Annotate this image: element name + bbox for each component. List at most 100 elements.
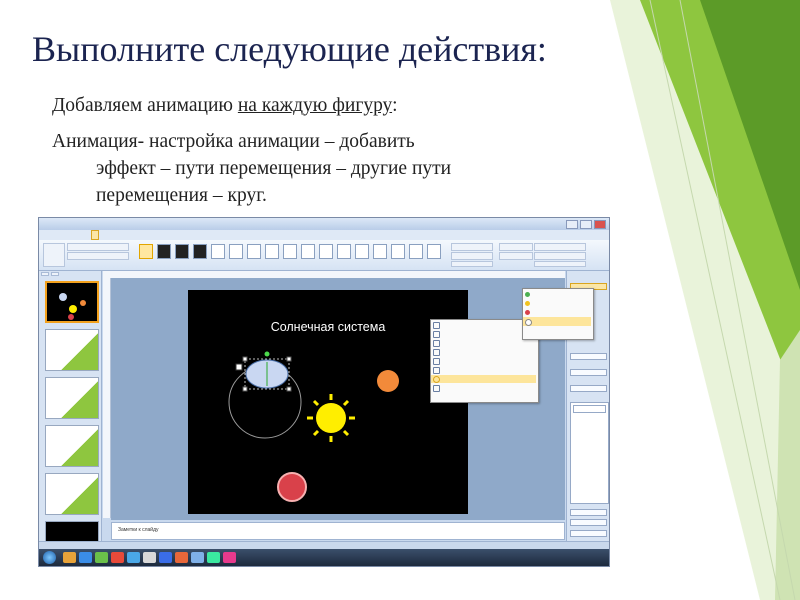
slide-thumbnail[interactable] <box>45 473 99 515</box>
planet-red[interactable] <box>277 472 307 502</box>
transition-thumb-icon[interactable] <box>229 244 243 259</box>
selection-handle[interactable] <box>242 386 248 392</box>
rotation-handle[interactable] <box>264 351 270 357</box>
taskbar-app-icon[interactable] <box>95 552 108 563</box>
transition-thumb-icon[interactable] <box>301 244 315 259</box>
transition-thumb-icon[interactable] <box>265 244 279 259</box>
planet-orange[interactable] <box>377 370 399 392</box>
transition-thumb-icon[interactable] <box>373 244 387 259</box>
ribbon-tab[interactable] <box>61 230 67 240</box>
advance-slide-option[interactable] <box>534 261 586 267</box>
ribbon-tab[interactable] <box>113 230 119 240</box>
advance-slide-option[interactable] <box>534 243 586 251</box>
motion-path-option[interactable] <box>431 366 536 374</box>
pane-field[interactable] <box>570 353 607 360</box>
advance-slide-option[interactable] <box>534 252 586 260</box>
transition-thumb-icon[interactable] <box>391 244 405 259</box>
path-icon <box>433 322 440 329</box>
motion-path-option-circle[interactable] <box>431 375 536 383</box>
instruction-step-line: Анимация- настройка анимации – добавить <box>52 131 415 152</box>
transition-thumb-icon[interactable] <box>157 244 171 259</box>
effect-category-exit[interactable] <box>523 308 591 317</box>
transition-thumb-icon[interactable] <box>193 244 207 259</box>
animation-list-item[interactable] <box>573 405 606 413</box>
transition-thumb-icon[interactable] <box>247 244 261 259</box>
path-icon <box>433 340 440 347</box>
minimize-icon[interactable] <box>566 220 578 229</box>
sun-icon[interactable] <box>307 394 355 442</box>
ribbon-tabs <box>39 230 609 240</box>
transition-thumb-icon[interactable] <box>211 244 225 259</box>
selection-handle[interactable] <box>242 356 248 362</box>
transition-thumb-icon[interactable] <box>409 244 423 259</box>
draw-custom-path-option[interactable] <box>431 384 536 392</box>
taskbar-app-icon[interactable] <box>143 552 156 563</box>
autopreview-checkbox[interactable] <box>570 530 607 537</box>
transition-option[interactable] <box>499 243 533 251</box>
tab-slides[interactable] <box>41 272 49 276</box>
taskbar-app-icon[interactable] <box>111 552 124 563</box>
tab-outline[interactable] <box>51 272 59 276</box>
maximize-icon[interactable] <box>580 220 592 229</box>
ribbon-tab[interactable] <box>103 230 109 240</box>
slide-thumbnail[interactable] <box>45 425 99 467</box>
more-motion-paths-option[interactable] <box>431 393 536 401</box>
transition-thumb-icon[interactable] <box>319 244 333 259</box>
motion-path-option[interactable] <box>431 339 536 347</box>
ribbon-tab[interactable] <box>81 230 87 240</box>
emphasis-icon <box>525 301 530 306</box>
slide-show-button[interactable] <box>570 519 607 526</box>
transition-speed-field[interactable] <box>451 252 493 260</box>
taskbar-app-icon[interactable] <box>159 552 172 563</box>
effect-category-entrance[interactable] <box>523 290 591 299</box>
instruction-underlined-text: на каждую фигуру <box>237 95 393 116</box>
notes-pane[interactable]: Заметки к слайду <box>111 522 565 540</box>
transition-thumb-icon[interactable] <box>355 244 369 259</box>
effect-category-motion-paths[interactable] <box>523 317 591 326</box>
ribbon-tab-animation[interactable] <box>91 230 99 240</box>
animation-list[interactable] <box>570 402 609 504</box>
slide-thumbnail-selected[interactable] <box>45 281 99 323</box>
transition-thumb-icon[interactable] <box>139 244 153 259</box>
path-icon <box>433 331 440 338</box>
ribbon-tab[interactable] <box>123 230 129 240</box>
taskbar-app-icon[interactable] <box>79 552 92 563</box>
apply-to-all-button[interactable] <box>451 261 493 267</box>
taskbar-app-icon[interactable] <box>63 552 76 563</box>
start-button-icon[interactable] <box>43 551 56 564</box>
slide-thumbnail[interactable] <box>45 329 99 371</box>
animation-dropdown[interactable] <box>67 243 129 251</box>
transition-sound-field[interactable] <box>451 243 493 251</box>
transition-thumb-icon[interactable] <box>427 244 441 259</box>
transition-thumb-icon[interactable] <box>337 244 351 259</box>
slide-shapes <box>228 351 399 502</box>
effect-category-emphasis[interactable] <box>523 299 591 308</box>
thumb-planet <box>80 300 86 306</box>
preview-button[interactable] <box>43 243 65 267</box>
ribbon-toolbar <box>39 240 609 271</box>
transition-option[interactable] <box>499 252 533 260</box>
add-effect-submenu <box>522 288 594 340</box>
custom-animation-button[interactable] <box>67 252 129 260</box>
close-icon[interactable] <box>594 220 606 229</box>
ribbon-tab[interactable] <box>71 230 77 240</box>
selection-handle[interactable] <box>286 356 292 362</box>
motion-path-option[interactable] <box>431 321 536 329</box>
play-button[interactable] <box>570 509 607 516</box>
transition-thumb-icon[interactable] <box>283 244 297 259</box>
motion-path-option[interactable] <box>431 330 536 338</box>
taskbar-app-icon[interactable] <box>191 552 204 563</box>
pane-field[interactable] <box>570 385 607 392</box>
thumbnail-preview <box>59 293 86 320</box>
taskbar-app-icon[interactable] <box>207 552 220 563</box>
pane-field[interactable] <box>570 369 607 376</box>
transition-thumb-icon[interactable] <box>175 244 189 259</box>
slide-thumbnail[interactable] <box>45 377 99 419</box>
taskbar-app-icon[interactable] <box>223 552 236 563</box>
motion-path-icon <box>525 319 532 326</box>
motion-path-option[interactable] <box>431 348 536 356</box>
taskbar-app-icon[interactable] <box>127 552 140 563</box>
motion-path-option[interactable] <box>431 357 536 365</box>
selection-handle[interactable] <box>286 386 292 392</box>
taskbar-app-icon[interactable] <box>175 552 188 563</box>
